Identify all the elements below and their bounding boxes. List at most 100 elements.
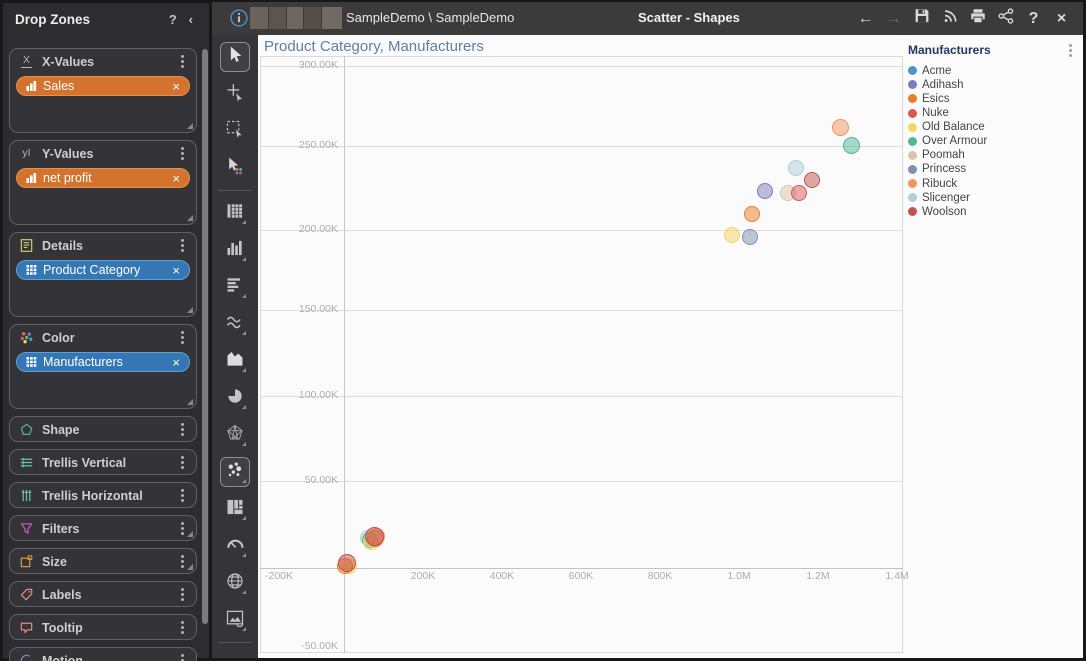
data-point-woolson[interactable] <box>804 172 820 188</box>
pan-tool[interactable] <box>220 79 250 109</box>
legend-item-old-balance[interactable]: Old Balance <box>908 121 1080 133</box>
help-button[interactable]: ? <box>1022 7 1045 30</box>
section-menu-icon[interactable] <box>181 527 184 530</box>
field-pill-sales[interactable]: Sales × <box>16 76 190 96</box>
legend-item-woolson[interactable]: Woolson <box>908 206 1080 218</box>
field-pill-product-category[interactable]: Product Category × <box>16 260 190 280</box>
print-button[interactable] <box>966 7 989 30</box>
top-bar: SampleDemo \ SampleDemo Scatter - Shapes… <box>212 2 1083 35</box>
data-point-nuke[interactable] <box>791 185 807 201</box>
close-button[interactable]: × <box>1050 7 1073 30</box>
legend-item-esics[interactable]: Esics <box>908 93 1080 105</box>
chart-area: Product Category, Manufacturers 300.00K 2… <box>258 35 1083 658</box>
topbar-actions: ← →? × <box>854 4 1073 33</box>
map-chart-tool[interactable] <box>220 568 250 598</box>
drop-zone-label: X-Values <box>42 54 95 69</box>
save-button[interactable] <box>910 7 933 30</box>
radar-chart-tool[interactable] <box>220 420 250 450</box>
publish-button[interactable] <box>938 7 961 30</box>
forward-button[interactable]: → <box>882 7 905 30</box>
drop-zone-y-values[interactable]: yI Y-Values net profit × <box>9 140 197 225</box>
drop-zones-header: Drop Zones ? ‹ <box>3 3 209 35</box>
legend-swatch <box>908 193 917 203</box>
data-point-ribuck[interactable] <box>831 118 849 136</box>
section-menu-icon[interactable] <box>181 244 184 247</box>
treemap-chart-tool[interactable] <box>220 494 250 524</box>
info-icon[interactable] <box>229 8 249 28</box>
drop-zone-shape[interactable]: Shape <box>9 416 197 442</box>
sidebar-scrollbar[interactable] <box>202 49 208 624</box>
data-point-princess[interactable] <box>742 229 758 245</box>
legend-item-adihash[interactable]: Adihash <box>908 79 1080 91</box>
legend-item-poomah[interactable]: Poomah <box>908 149 1080 161</box>
remove-field-icon[interactable]: × <box>172 80 180 93</box>
legend-item-nuke[interactable]: Nuke <box>908 107 1080 119</box>
legend-item-slicenger[interactable]: Slicenger <box>908 192 1080 204</box>
drop-zone-trellis-horizontal[interactable]: Trellis Horizontal <box>9 482 197 508</box>
drop-zone-details[interactable]: Details Product Category × <box>9 232 197 317</box>
pie-chart-tool[interactable] <box>220 383 250 413</box>
section-menu-icon[interactable] <box>181 336 184 339</box>
drop-zone-trellis-vertical[interactable]: Trellis Vertical <box>9 449 197 475</box>
drop-zone-label: Trellis Horizontal <box>42 488 143 503</box>
drop-zone-motion[interactable]: Motion <box>9 647 197 661</box>
y-tick-label: 250.00K <box>298 139 338 151</box>
section-menu-icon[interactable] <box>181 428 184 431</box>
field-pill-label: Product Category <box>43 263 141 277</box>
section-menu-icon[interactable] <box>181 593 184 596</box>
help-icon[interactable]: ? <box>163 12 183 27</box>
marquee-select-tool[interactable] <box>220 116 250 146</box>
share-icon <box>997 7 1015 30</box>
section-menu-icon[interactable] <box>181 60 184 63</box>
back-button[interactable]: ← <box>854 7 877 30</box>
data-point-esics[interactable] <box>744 206 760 222</box>
x-tick-label: 1.4M <box>885 570 909 582</box>
image-widget-tool[interactable] <box>220 605 250 635</box>
breadcrumb: SampleDemo \ SampleDemo <box>346 10 515 25</box>
section-menu-icon[interactable] <box>181 461 184 464</box>
legend-menu-icon[interactable] <box>1069 48 1072 52</box>
multi-select-tool[interactable] <box>220 153 250 183</box>
data-point-slicenger[interactable] <box>788 160 804 176</box>
data-point-adihash[interactable] <box>757 183 773 199</box>
legend-item-princess[interactable]: Princess <box>908 163 1080 175</box>
gauge-chart-tool[interactable] <box>220 531 250 561</box>
shape-icon <box>19 422 34 437</box>
data-point-over-armour[interactable] <box>842 136 860 154</box>
share-button[interactable] <box>994 7 1017 30</box>
cursor-icon <box>225 45 245 70</box>
data-point-old-balance[interactable] <box>724 227 740 243</box>
section-menu-icon[interactable] <box>181 152 184 155</box>
close-icon: × <box>1056 9 1067 27</box>
data-point-woolson[interactable] <box>338 554 356 572</box>
drop-zone-color[interactable]: Color Manufacturers × <box>9 324 197 409</box>
section-menu-icon[interactable] <box>181 494 184 497</box>
scatter-chart-tool[interactable] <box>220 457 250 487</box>
table-chart-tool[interactable] <box>220 198 250 228</box>
legend-label: Nuke <box>922 107 949 120</box>
collapse-panel-icon[interactable]: ‹ <box>183 12 199 27</box>
legend-item-over-armour[interactable]: Over Armour <box>908 135 1080 147</box>
drop-zone-labels[interactable]: Labels <box>9 581 197 607</box>
drop-zone-x-values[interactable]: X X-Values Sales × <box>9 48 197 133</box>
drop-zone-size[interactable]: Size <box>9 548 197 574</box>
pointer-tool[interactable] <box>220 42 250 72</box>
legend-item-acme[interactable]: Acme <box>908 65 1080 77</box>
remove-field-icon[interactable]: × <box>172 172 180 185</box>
data-point-woolson[interactable] <box>364 526 384 546</box>
x-tick-label: 200K <box>410 570 436 582</box>
area-chart-tool[interactable] <box>220 346 250 376</box>
remove-field-icon[interactable]: × <box>172 264 180 277</box>
drop-zone-tooltip[interactable]: Tooltip <box>9 614 197 640</box>
legend-item-ribuck[interactable]: Ribuck <box>908 178 1080 190</box>
field-pill-net-profit[interactable]: net profit × <box>16 168 190 188</box>
bar-chart-tool[interactable] <box>220 235 250 265</box>
section-menu-icon[interactable] <box>181 626 184 629</box>
field-pill-manufacturers[interactable]: Manufacturers × <box>16 352 190 372</box>
line-chart-tool[interactable] <box>220 309 250 339</box>
remove-field-icon[interactable]: × <box>172 356 180 369</box>
drop-zone-filters[interactable]: Filters <box>9 515 197 541</box>
legend-swatch <box>908 94 917 104</box>
section-menu-icon[interactable] <box>181 560 184 563</box>
hbar-chart-tool[interactable] <box>220 272 250 302</box>
